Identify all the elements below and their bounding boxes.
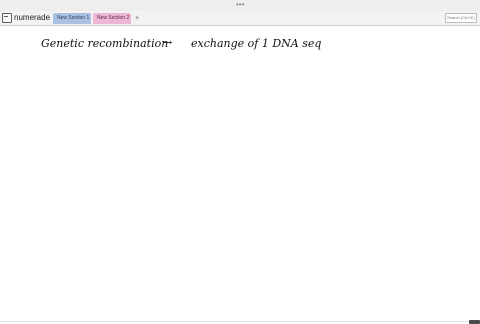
add-section-button[interactable]: + bbox=[133, 13, 141, 24]
search-input[interactable]: Search (Ctrl+E) bbox=[445, 13, 477, 23]
page-bottom-divider bbox=[0, 321, 469, 322]
note-page-canvas[interactable] bbox=[0, 26, 480, 320]
window-menu-dots[interactable]: ••• bbox=[236, 0, 244, 9]
handwriting-arrow: → bbox=[163, 36, 172, 49]
notebook-icon bbox=[2, 13, 12, 23]
notebook-name: numerade bbox=[14, 13, 51, 22]
onenote-window: ••• numerade ▼ New Section 1 New Section… bbox=[0, 0, 480, 324]
tab-label: New Section 1 bbox=[57, 15, 90, 21]
tab-new-section-1[interactable]: New Section 1 bbox=[53, 13, 91, 24]
tab-label: New Section 2 bbox=[97, 15, 130, 21]
notebook-selector[interactable]: numerade ▼ bbox=[2, 12, 58, 24]
handwritten-note: Genetic recombination → exchange of 1 DN… bbox=[41, 36, 321, 50]
title-bar: ••• bbox=[0, 0, 480, 11]
handwriting-definition: exchange of 1 DNA seq bbox=[191, 37, 321, 50]
handwriting-term: Genetic recombination bbox=[41, 37, 168, 50]
tab-new-section-2[interactable]: New Section 2 bbox=[93, 13, 131, 24]
scrollbar-thumb[interactable] bbox=[469, 320, 480, 324]
